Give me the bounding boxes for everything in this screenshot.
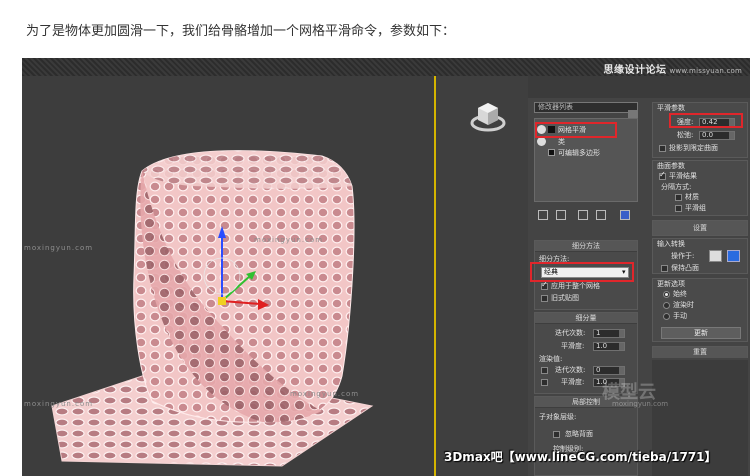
viewport-right-area <box>436 76 528 476</box>
render-iterations-label: 迭代次数: <box>555 366 586 374</box>
update-manual-radio[interactable] <box>663 313 670 320</box>
input-conversion-label: 输入转换 <box>657 240 685 248</box>
update-options-title: 更新选项 <box>657 280 685 288</box>
show-end-result-icon[interactable] <box>556 210 566 220</box>
smoothness-spinner[interactable]: 1.0 <box>593 342 625 351</box>
render-iterations-checkbox[interactable] <box>541 367 548 374</box>
operate-on-vertex-icon[interactable] <box>709 250 722 262</box>
stack-toolbar <box>534 208 638 222</box>
update-options-group: 更新选项 始终 渲染时 手动 更新 <box>652 278 748 342</box>
reset-title[interactable]: 重置 <box>653 347 747 358</box>
pin-stack-icon[interactable] <box>538 210 548 220</box>
stack-item-class[interactable]: 类 <box>558 137 565 147</box>
keep-convex-checkbox[interactable] <box>661 265 668 272</box>
watermark-left-1: moxingyun.com <box>24 244 94 252</box>
render-smoothness-label: 平滑度: <box>561 378 585 386</box>
settings-title[interactable]: 设置 <box>653 221 747 235</box>
modifier-list-dropdown[interactable]: 修改器列表 <box>534 102 638 113</box>
modifier-list-label: 修改器列表 <box>538 103 573 111</box>
make-unique-icon[interactable] <box>578 210 588 220</box>
caption: 3Dmax吧【www.lineCG.com/tieba/1771】 <box>444 450 717 464</box>
keep-convex-label: 保持凸面 <box>671 264 699 272</box>
configure-sets-icon[interactable] <box>620 210 630 220</box>
command-panel: 修改器列表 网格平滑 类 可编辑多边形 细分方法 细分方法: 经典 ▾ 应用于整… <box>528 98 750 476</box>
smoothing-params-title[interactable]: 平滑参数 <box>657 104 685 113</box>
subdivision-amount-title[interactable]: 细分量 <box>535 313 637 324</box>
watermark-left-2: moxingyun.com <box>24 400 94 408</box>
subdivision-method-title[interactable]: 细分方法 <box>535 241 637 252</box>
update-button[interactable]: 更新 <box>661 327 741 339</box>
poly-toggle-icon[interactable] <box>548 149 555 156</box>
by-smoothing-group-checkbox[interactable] <box>675 205 682 212</box>
operate-on-poly-icon[interactable] <box>727 250 740 262</box>
settings-rollout[interactable]: 设置 <box>652 220 748 236</box>
apply-whole-mesh-checkbox[interactable] <box>541 280 548 290</box>
update-always-label: 始终 <box>673 290 687 298</box>
forum-logo-cn: 思缘设计论坛 <box>603 65 667 76</box>
relax-spinner[interactable]: 0.0 <box>699 131 735 140</box>
remove-modifier-icon[interactable] <box>596 210 606 220</box>
project-limit-label: 投影到限定曲面 <box>669 144 718 152</box>
forum-logo-url: www.missyuan.com <box>669 67 742 75</box>
highlight-meshsmooth <box>535 122 617 138</box>
by-material-label: 材质 <box>685 193 699 201</box>
smooth-result-checkbox[interactable] <box>659 170 666 180</box>
render-smoothness-checkbox[interactable] <box>541 379 548 386</box>
watermark-center: moxingyun.com <box>254 236 324 244</box>
highlight-strength <box>669 113 743 128</box>
ignore-back-label: 忽略背面 <box>565 430 593 438</box>
operate-on-label: 操作于: <box>671 252 695 260</box>
render-values-label: 渲染值: <box>539 355 563 363</box>
watermark-big-sub: moxingyun.com <box>612 400 669 408</box>
iterations-spinner[interactable]: 1 <box>593 329 625 338</box>
intro-text: 为了是物体更加圆滑一下，我们给骨骼增加一个网格平滑命令，参数如下： <box>26 24 456 39</box>
by-smoothing-group-label: 平滑组 <box>685 204 706 212</box>
smooth-result-label: 平滑结果 <box>669 172 697 180</box>
apply-whole-mesh-label: 应用于整个网格 <box>551 282 600 290</box>
project-limit-checkbox[interactable] <box>659 145 666 152</box>
old-map-label: 旧式贴图 <box>551 294 579 302</box>
smoothing-params-rollout: 平滑参数 强度: 0.42 松弛: 0.0 投影到限定曲面 <box>652 102 748 158</box>
reset-rollout[interactable]: 重置 <box>652 346 748 358</box>
smoothness-label: 平滑度: <box>561 342 585 350</box>
highlight-classic <box>530 262 634 282</box>
watermark-bottom: moxingyun.com <box>290 390 360 398</box>
stack-item-editable-poly[interactable]: 可编辑多边形 <box>558 148 600 158</box>
update-manual-label: 手动 <box>673 312 687 320</box>
relax-label: 松弛: <box>677 131 694 139</box>
update-render-label: 渲染时 <box>673 301 694 309</box>
viewcube-icon[interactable] <box>470 98 506 132</box>
viewport[interactable]: moxingyun.com moxingyun.com moxingyun.co… <box>22 76 434 476</box>
bulb-icon-2[interactable] <box>537 137 546 146</box>
surface-params-rollout: 曲面参数 平滑结果 分隔方式: 材质 平滑组 <box>652 160 748 216</box>
old-map-checkbox[interactable] <box>541 295 548 302</box>
update-always-radio[interactable] <box>663 291 670 298</box>
sublevel-label: 子对象层级: <box>539 413 577 421</box>
update-render-radio[interactable] <box>663 302 670 309</box>
forum-banner: 思缘设计论坛 www.missyuan.com <box>22 58 750 76</box>
iterations-label: 迭代次数: <box>555 329 586 337</box>
separate-label: 分隔方式: <box>661 183 692 191</box>
by-material-checkbox[interactable] <box>675 194 682 201</box>
render-iterations-spinner[interactable]: 0 <box>593 366 625 375</box>
forum-logo: 思缘设计论坛 www.missyuan.com <box>604 61 743 76</box>
ignore-back-checkbox[interactable] <box>553 431 560 438</box>
modifier-list-arrow-icon[interactable] <box>628 110 638 118</box>
input-conversion-group: 输入转换 操作于: 保持凸面 <box>652 238 748 274</box>
mesh-object <box>51 150 374 467</box>
